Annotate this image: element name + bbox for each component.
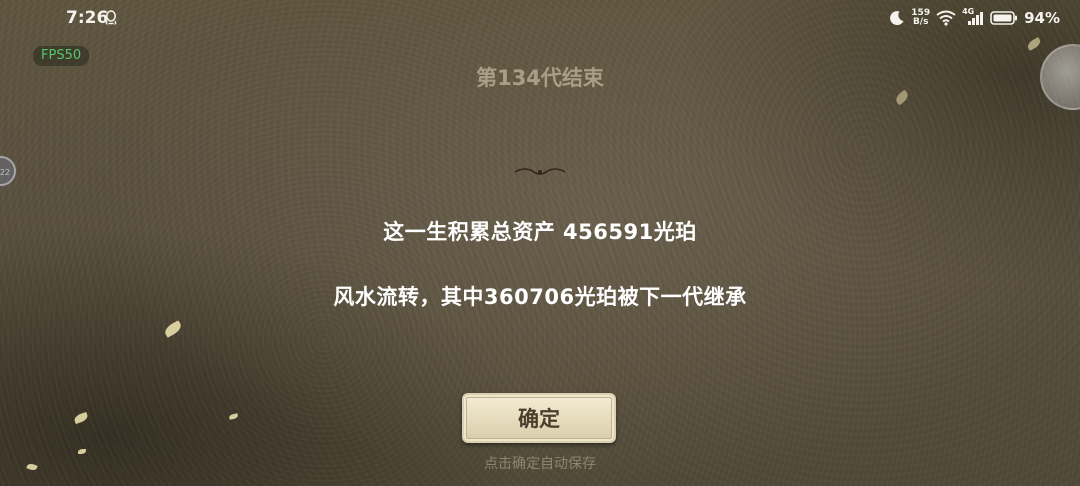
confirm-button[interactable]: 确定	[462, 393, 616, 443]
status-icons: 159 B/s 4G 94%	[889, 6, 1060, 30]
battery-percent: 94%	[1024, 9, 1060, 27]
network-speed: 159 B/s	[911, 9, 930, 27]
signal-indicator: 4G	[962, 7, 984, 26]
inheritance-text: 风水流转，其中360706光珀被下一代继承	[333, 285, 747, 309]
fps-counter: FPS50	[33, 46, 90, 66]
generation-title: 第134代结束	[476, 66, 604, 90]
petal-particle	[1025, 37, 1043, 51]
auto-save-hint: 点击确定自动保存	[484, 456, 596, 472]
ornament-divider	[310, 168, 770, 175]
status-bar: 7:26 159 B/s 4G 94%	[0, 0, 1080, 36]
floating-ball-button[interactable]	[1040, 44, 1080, 110]
moon-icon	[890, 11, 904, 26]
battery-icon	[990, 11, 1018, 25]
petal-particle	[73, 411, 89, 425]
game-screen: 7:26 159 B/s 4G 94% FPS50 22 第134代结束 这一生…	[0, 0, 1080, 486]
signal-icon	[968, 12, 984, 25]
wifi-icon	[936, 10, 956, 26]
petal-particle	[893, 89, 911, 106]
network-speed-unit: B/s	[912, 17, 929, 27]
petal-particle	[162, 320, 184, 338]
petal-particle	[228, 413, 239, 420]
floating-assist-button[interactable]: 22	[0, 156, 16, 186]
clock: 7:26	[66, 8, 109, 28]
qq-notification-icon	[105, 10, 117, 25]
total-assets-text: 这一生积累总资产 456591光珀	[383, 220, 697, 244]
